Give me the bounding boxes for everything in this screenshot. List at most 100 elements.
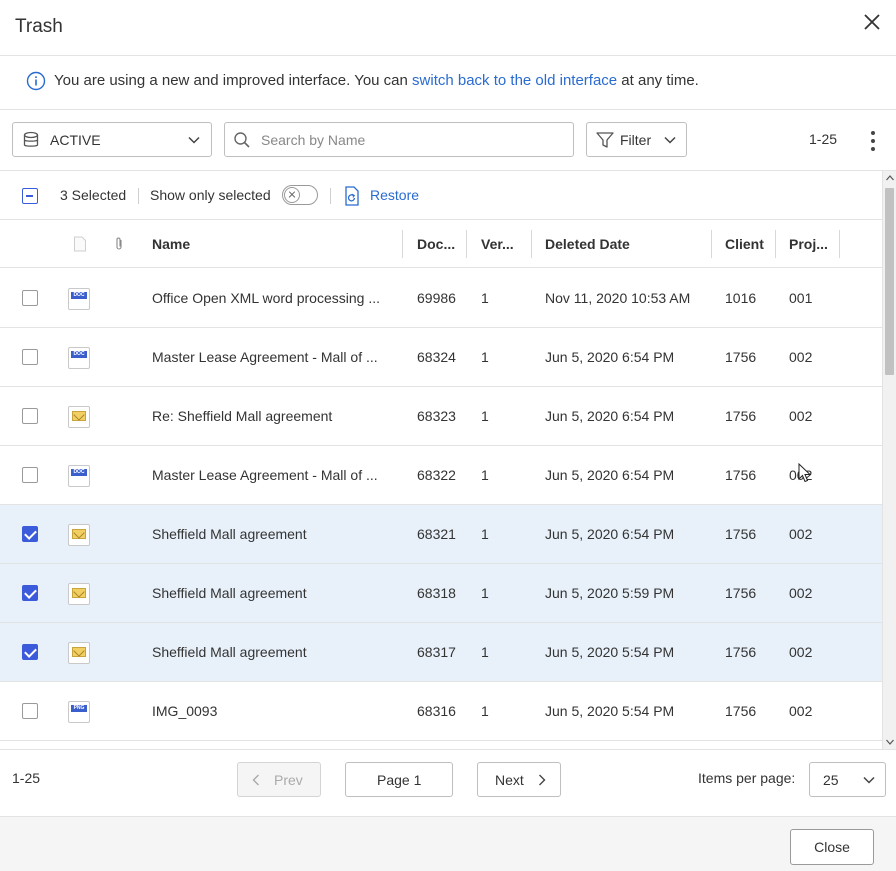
table-row[interactable]: Sheffield Mall agreement 68321 1 Jun 5, 202… [0, 505, 882, 564]
cell-name: Master Lease Agreement - Mall of ... [152, 467, 378, 483]
table-row[interactable]: PNG IMG_0093 68316 1 Jun 5, 2020 5:54 PM 1756… [0, 682, 882, 741]
row-checkbox[interactable] [22, 703, 38, 719]
search-icon [234, 132, 250, 148]
cell-doc-number: 68317 [417, 644, 456, 660]
search-input[interactable] [261, 129, 561, 151]
column-header-version[interactable]: Ver... [481, 220, 514, 268]
table-scrollbar[interactable] [882, 171, 896, 749]
cell-doc-number: 68316 [417, 703, 456, 719]
status-select[interactable]: ACTIVE [12, 122, 212, 157]
table-row[interactable]: Sheffield Mall agreement 68317 1 Jun 5, 202… [0, 623, 882, 682]
cell-doc-number: 68318 [417, 585, 456, 601]
close-button[interactable]: Close [790, 829, 874, 865]
row-checkbox[interactable] [22, 526, 38, 542]
scrollbar-thumb[interactable] [885, 188, 894, 375]
cell-name: Sheffield Mall agreement [152, 644, 307, 660]
column-header-deleted-date[interactable]: Deleted Date [545, 220, 630, 268]
cell-version: 1 [481, 408, 489, 424]
attachment-icon [116, 237, 122, 250]
row-checkbox[interactable] [22, 585, 38, 601]
column-resizer[interactable] [466, 230, 467, 258]
table-row[interactable]: Re: Sheffield Mall agreement 68323 1 Jun 5,… [0, 387, 882, 446]
column-resizer[interactable] [775, 230, 776, 258]
cell-deleted-date: Jun 5, 2020 5:59 PM [545, 585, 675, 601]
cell-name: Master Lease Agreement - Mall of ... [152, 349, 378, 365]
column-header-client[interactable]: Client [725, 220, 764, 268]
column-header-name[interactable]: Name [152, 220, 190, 268]
email-file-icon [68, 583, 90, 605]
cell-version: 1 [481, 349, 489, 365]
show-only-selected-toggle[interactable] [282, 185, 318, 205]
cell-client: 1756 [725, 408, 757, 424]
row-checkbox[interactable] [22, 349, 38, 365]
cell-project: 002 [789, 585, 813, 601]
scroll-up-icon[interactable] [886, 175, 894, 181]
cell-deleted-date: Jun 5, 2020 6:54 PM [545, 526, 675, 542]
page-range: 1-25 [12, 770, 41, 786]
filter-button[interactable]: Filter [586, 122, 687, 157]
restore-label: Restore [370, 187, 420, 203]
row-checkbox[interactable] [22, 408, 38, 424]
cell-client: 1756 [725, 526, 757, 542]
items-per-page-label: Items per page: [698, 770, 796, 786]
table-row[interactable]: Sheffield Mall agreement 68318 1 Jun 5, 202… [0, 564, 882, 623]
cell-doc-number: 68322 [417, 467, 456, 483]
filter-label: Filter [620, 132, 652, 148]
cell-project: 001 [789, 290, 813, 306]
cell-client: 1016 [725, 290, 757, 306]
chevron-down-icon [188, 136, 200, 144]
cell-project: 002 [789, 644, 813, 660]
column-resizer[interactable] [402, 230, 403, 258]
cell-deleted-date: Jun 5, 2020 6:54 PM [545, 467, 675, 483]
cell-version: 1 [481, 526, 489, 542]
column-header-project[interactable]: Proj... [789, 220, 828, 268]
column-header-doc[interactable]: Doc... [417, 220, 455, 268]
info-icon [26, 71, 46, 91]
next-button[interactable]: Next [477, 762, 561, 797]
page-indicator[interactable]: Page 1 [345, 762, 453, 797]
switch-interface-link[interactable]: switch back to the old interface [412, 72, 617, 89]
table-row[interactable]: DOC Master Lease Agreement - Mall of ... 6… [0, 446, 882, 505]
filter-icon [596, 132, 614, 148]
row-checkbox[interactable] [22, 290, 38, 306]
column-resizer[interactable] [531, 230, 532, 258]
pagination: 1-25 Prev Page 1 Next Items per page: 25 [0, 749, 896, 816]
dialog-titlebar: Trash [0, 0, 896, 56]
column-resizer[interactable] [839, 230, 840, 258]
select-all-checkbox[interactable] [22, 188, 38, 204]
cell-doc-number: 68324 [417, 349, 456, 365]
table-header: Name Doc... Ver... Deleted Date Client P… [0, 220, 882, 268]
cell-deleted-date: Jun 5, 2020 5:54 PM [545, 644, 675, 660]
cell-version: 1 [481, 703, 489, 719]
toggle-off-icon [284, 187, 300, 203]
more-options-icon[interactable] [866, 130, 880, 152]
table-row[interactable]: DOC Master Lease Agreement - Mall of ... 6… [0, 328, 882, 387]
items-per-page-select[interactable]: 25 [809, 762, 886, 797]
cell-deleted-date: Jun 5, 2020 5:54 PM [545, 703, 675, 719]
cell-doc-number: 69986 [417, 290, 456, 306]
row-checkbox[interactable] [22, 644, 38, 660]
restore-icon [345, 186, 359, 206]
scroll-down-icon[interactable] [886, 739, 894, 745]
cell-name: Sheffield Mall agreement [152, 585, 307, 601]
row-checkbox[interactable] [22, 467, 38, 483]
dialog-title: Trash [15, 16, 63, 37]
email-file-icon [68, 524, 90, 546]
column-resizer[interactable] [711, 230, 712, 258]
email-file-icon [68, 406, 90, 428]
cell-deleted-date: Jun 5, 2020 6:54 PM [545, 408, 675, 424]
cell-client: 1756 [725, 644, 757, 660]
cell-name: IMG_0093 [152, 703, 218, 719]
chevron-right-icon [539, 774, 546, 786]
close-icon[interactable] [862, 12, 882, 32]
prev-button[interactable]: Prev [237, 762, 321, 797]
page-label: Page 1 [377, 772, 422, 788]
selected-count: 3 Selected [60, 187, 127, 203]
cell-deleted-date: Nov 11, 2020 10:53 AM [545, 290, 691, 306]
cell-name: Sheffield Mall agreement [152, 526, 307, 542]
show-only-selected-label: Show only selected [150, 187, 271, 203]
database-icon [23, 131, 39, 147]
table-row[interactable]: DOC Office Open XML word processing ... 69… [0, 269, 882, 328]
next-label: Next [495, 772, 524, 788]
notice-text-before: You are using a new and improved interfa… [54, 72, 413, 89]
